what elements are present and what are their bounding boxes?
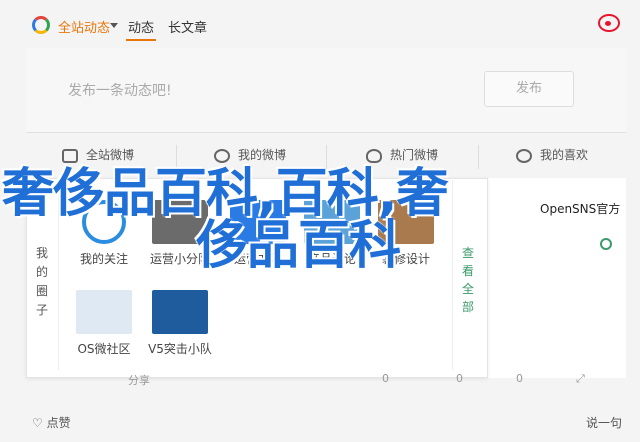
heart-icon [516,148,532,163]
circle-v5-squad[interactable]: V5突击小队 [148,290,212,357]
tab-long-article[interactable]: 长文章 [168,17,207,36]
chat-icon [62,148,78,163]
opensns-v5-icon [152,290,208,334]
share-button[interactable]: 分享 [128,372,150,388]
like-count[interactable]: 0 [516,372,523,385]
comment-count[interactable]: 0 [382,372,389,385]
repost-count[interactable]: 0 [456,372,463,385]
comment-input[interactable]: 说一句 [586,414,622,431]
user-icon [214,148,230,163]
like-button[interactable]: ♡ 点赞 [32,414,71,431]
post-actions: 分享 0 0 0 ⤢ [120,372,600,388]
active-tab-indicator [126,39,156,41]
flame-icon [366,148,382,163]
tab-dynamic[interactable]: 动态 [128,17,154,36]
opensns-logo-icon [76,290,132,334]
more-icon[interactable]: ⤢ [576,372,585,386]
post-input[interactable]: 发布一条动态吧! [68,80,172,100]
chevron-down-icon[interactable] [110,23,118,28]
circle-os-community[interactable]: OS微社区 [72,290,136,357]
weibo-icon[interactable] [598,14,620,32]
publish-button[interactable]: 发布 [484,71,574,107]
site-logo-icon[interactable] [32,16,50,34]
watermark-overlay: 奢侈品百科,百科,奢 侈品百科 [2,164,449,276]
all-feed-dropdown[interactable]: 全站动态 [58,17,110,36]
